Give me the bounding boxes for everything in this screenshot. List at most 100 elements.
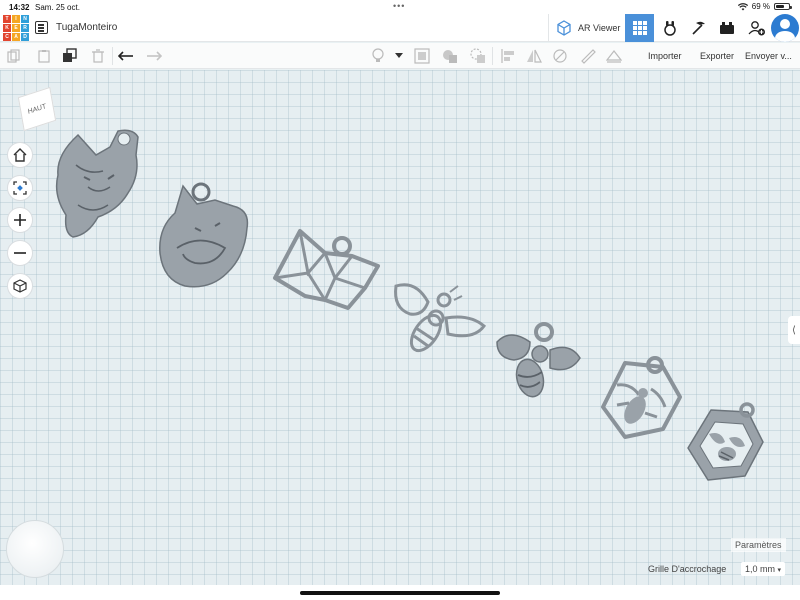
group-icon — [414, 48, 430, 64]
cruise-button[interactable] — [552, 48, 568, 64]
wifi-icon — [737, 2, 748, 10]
paste-icon — [38, 50, 50, 63]
hexagon-bee-filled-keychain-shape[interactable] — [683, 400, 768, 485]
ungroup-button[interactable] — [442, 48, 458, 64]
hexagon-bee-outline-keychain-shape[interactable] — [595, 355, 685, 445]
battery-icon — [774, 3, 792, 10]
workplane-icon — [606, 50, 622, 63]
light-bulb-button[interactable] — [370, 48, 386, 64]
copy-icon — [7, 49, 20, 63]
chevron-down-icon: ▾ — [777, 567, 782, 574]
lego-bricks-button[interactable] — [712, 14, 741, 42]
delete-button[interactable] — [90, 48, 106, 64]
zoom-in-button[interactable] — [7, 207, 33, 233]
ungroup-icon — [443, 50, 457, 63]
ar-viewer-label: AR Viewer — [578, 23, 621, 33]
filled-bee-keychain-shape[interactable] — [492, 320, 587, 402]
hole-icon — [470, 48, 485, 63]
home-indicator[interactable] — [300, 591, 500, 595]
bee-outline-keychain-shape[interactable] — [388, 278, 488, 358]
hole-button[interactable] — [470, 48, 486, 64]
ar-cube-icon — [557, 20, 571, 36]
brick-icon — [719, 22, 734, 34]
projection-button[interactable] — [7, 273, 33, 299]
ruler-icon — [581, 49, 596, 64]
undo-icon — [118, 51, 133, 61]
workplane[interactable]: HAUT ⟨ Paramètres Grille D'accrochage 1,… — [0, 70, 800, 585]
logo-tile: E — [12, 24, 20, 32]
fit-view-icon — [13, 181, 27, 195]
design-title[interactable]: TugaMonteiro — [56, 22, 117, 33]
grid-icon — [632, 21, 647, 35]
duplicate-button[interactable] — [62, 48, 78, 64]
export-button[interactable]: Exporter — [700, 51, 734, 61]
status-date: Sam. 25 oct. — [35, 3, 80, 12]
add-user-icon — [748, 21, 765, 36]
light-dropdown-button[interactable] — [391, 48, 407, 64]
settings-button[interactable]: Paramètres — [731, 538, 786, 552]
blocks-view-button[interactable] — [655, 14, 684, 42]
add-user-button[interactable] — [742, 14, 771, 42]
home-view-button[interactable] — [7, 142, 33, 168]
align-button[interactable] — [500, 48, 516, 64]
lightbulb-icon — [372, 48, 384, 62]
mirror-button[interactable] — [526, 48, 542, 64]
logo-tile: D — [21, 33, 29, 41]
redo-button[interactable] — [146, 48, 162, 64]
logo-tile: R — [21, 24, 29, 32]
snap-grid-select[interactable]: 1,0 mm ▾ — [741, 562, 786, 576]
pickaxe-icon — [691, 21, 705, 35]
logo-tile: I — [12, 15, 20, 23]
design-menu-icon[interactable] — [35, 21, 48, 34]
snap-grid-label: Grille D'accrochage — [648, 564, 727, 574]
orbit-joystick[interactable] — [6, 520, 64, 578]
3d-design-view-button[interactable] — [625, 14, 654, 42]
tinkercad-logo[interactable]: TIN KER CAD — [3, 15, 29, 41]
view-cube-label: HAUT — [27, 102, 47, 116]
blocks-editor-icon — [663, 21, 676, 36]
chevron-down-icon — [395, 53, 403, 58]
minus-icon — [14, 252, 26, 254]
cube-icon — [13, 279, 27, 293]
logo-tile: K — [3, 24, 11, 32]
logo-tile: N — [21, 15, 29, 23]
logo-tile: A — [12, 33, 20, 41]
bricks-view-button[interactable] — [684, 14, 713, 42]
group-button[interactable] — [414, 48, 430, 64]
mirror-icon — [527, 49, 542, 63]
send-to-button[interactable]: Envoyer v... — [745, 51, 792, 61]
undo-button[interactable] — [118, 48, 134, 64]
cruise-icon — [553, 49, 567, 63]
multitasking-dots[interactable]: ••• — [393, 1, 405, 11]
duplicate-icon — [63, 48, 77, 62]
toolbar-divider — [112, 47, 113, 65]
logo-tile: T — [3, 15, 11, 23]
import-button[interactable]: Importer — [648, 51, 682, 61]
app-header: TIN KER CAD TugaMonteiro AR Viewer — [0, 14, 800, 42]
curled-fox-keychain-shape[interactable] — [155, 178, 255, 293]
status-bar: 14:32 Sam. 25 oct. ••• 69 % — [0, 0, 800, 14]
paste-button[interactable] — [36, 48, 52, 64]
status-time: 14:32 — [9, 3, 30, 12]
shapes-panel-toggle[interactable]: ⟨ — [788, 316, 800, 344]
edit-toolbar: Importer Exporter Envoyer v... — [0, 43, 800, 69]
snap-grid-value: 1,0 mm — [745, 564, 776, 574]
fit-view-button[interactable] — [7, 175, 33, 201]
home-icon — [13, 148, 27, 162]
redo-icon — [147, 51, 162, 61]
align-icon — [501, 49, 514, 63]
zoom-out-button[interactable] — [7, 240, 33, 266]
trash-icon — [92, 49, 104, 63]
geometric-fox-keychain-shape[interactable] — [270, 228, 385, 313]
user-avatar[interactable] — [771, 14, 799, 42]
ruler-button[interactable] — [580, 48, 596, 64]
copy-button[interactable] — [6, 48, 22, 64]
chevron-left-icon: ⟨ — [792, 324, 796, 336]
battery-percent: 69 % — [751, 2, 770, 11]
workplane-button[interactable] — [606, 48, 622, 64]
logo-tile: C — [3, 33, 11, 41]
plus-icon — [14, 214, 26, 226]
toolbar-divider — [492, 47, 493, 65]
ar-viewer-button[interactable]: AR Viewer — [548, 14, 624, 42]
fox-keychain-shape[interactable] — [48, 125, 148, 240]
